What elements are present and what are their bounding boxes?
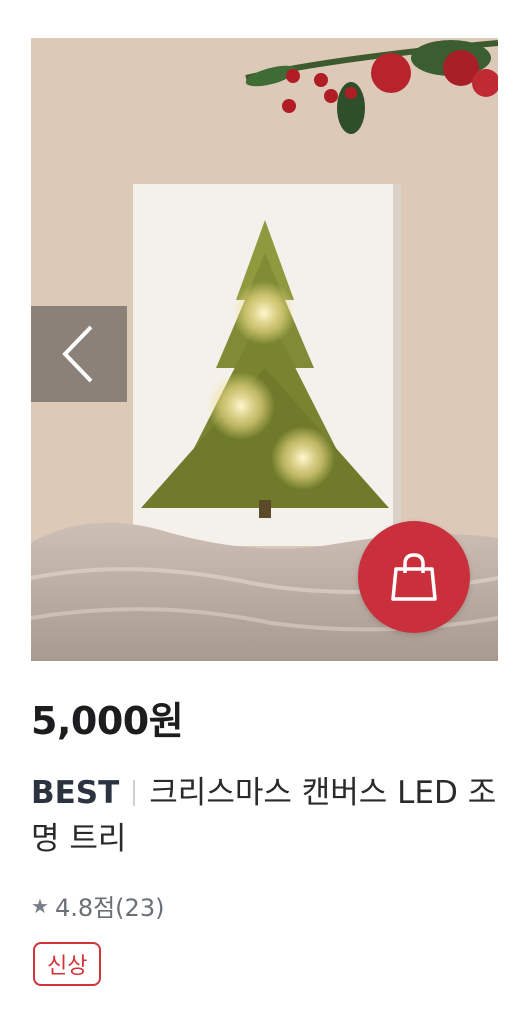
product-rating: ★ 4.8점(23) [31,888,164,923]
star-icon: ★ [31,893,49,918]
add-to-cart-button[interactable] [358,521,470,633]
new-badge: 신상 [33,942,102,986]
product-card[interactable] [31,38,498,661]
title-divider [133,780,136,806]
product-price: 5,000원 [31,699,184,743]
product-title[interactable]: BEST 크리스마스 캔버스 LED 조명 트리 [31,770,501,862]
product-image[interactable] [31,38,498,661]
shopping-bag-icon [391,553,437,601]
rating-text: 4.8점(23) [54,894,165,922]
chevron-left-icon [62,325,93,383]
prev-image-button[interactable] [31,306,127,402]
best-label: BEST [31,775,120,811]
